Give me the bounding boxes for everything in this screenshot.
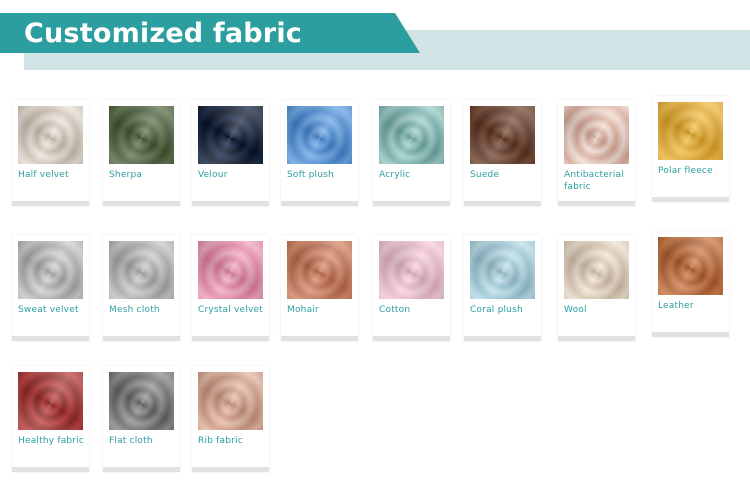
- fabric-swatch: [18, 372, 83, 430]
- fabric-card[interactable]: Leather: [652, 231, 729, 337]
- fabric-label: Mesh cloth: [109, 305, 160, 315]
- fabric-card[interactable]: Sherpa: [103, 100, 180, 206]
- fabric-label: Antibacterial fabric: [564, 170, 624, 192]
- fabric-card[interactable]: Mohair: [281, 235, 358, 341]
- fabric-label: Leather: [658, 301, 694, 311]
- fabric-label: Healthy fabric: [18, 436, 85, 446]
- fabric-card[interactable]: Suede: [464, 100, 541, 206]
- fabric-swatch: [109, 372, 174, 430]
- fabric-label: Rib fabric: [198, 436, 243, 446]
- fabric-label: Flat cloth: [109, 436, 153, 446]
- fabric-swatch: [379, 241, 444, 299]
- fabric-label: Mohair: [287, 305, 319, 315]
- fabric-card[interactable]: Mesh cloth: [103, 235, 180, 341]
- fabric-swatch: [470, 106, 535, 164]
- fabric-card[interactable]: Acrylic: [373, 100, 450, 206]
- fabric-card[interactable]: Rib fabric: [192, 366, 269, 472]
- fabric-label: Wool: [564, 305, 587, 315]
- fabric-swatch: [198, 241, 263, 299]
- fabric-card[interactable]: Wool: [558, 235, 635, 341]
- fabric-label: Suede: [470, 170, 500, 180]
- fabric-card[interactable]: Soft plush: [281, 100, 358, 206]
- fabric-label: Polar fleece: [658, 166, 713, 176]
- fabric-label: Coral plush: [470, 305, 523, 315]
- fabric-swatch: [198, 106, 263, 164]
- fabric-card[interactable]: Half velvet: [12, 100, 89, 206]
- fabric-swatch: [564, 241, 629, 299]
- fabric-card[interactable]: Healthy fabric: [12, 366, 89, 472]
- fabric-label: Sherpa: [109, 170, 143, 180]
- fabric-swatch: [18, 106, 83, 164]
- fabric-card[interactable]: Cotton: [373, 235, 450, 341]
- fabric-card[interactable]: Antibacterial fabric: [558, 100, 635, 206]
- fabric-card[interactable]: Sweat velvet: [12, 235, 89, 341]
- fabric-grid: Half velvet Sherpa Velour Soft plush Acr…: [0, 0, 750, 497]
- fabric-swatch: [658, 237, 723, 295]
- fabric-swatch: [109, 106, 174, 164]
- fabric-swatch: [379, 106, 444, 164]
- fabric-swatch: [470, 241, 535, 299]
- fabric-swatch: [198, 372, 263, 430]
- fabric-label: Velour: [198, 170, 228, 180]
- fabric-card[interactable]: Coral plush: [464, 235, 541, 341]
- fabric-label: Sweat velvet: [18, 305, 79, 315]
- fabric-swatch: [564, 106, 629, 164]
- fabric-label: Acrylic: [379, 170, 411, 180]
- fabric-card[interactable]: Flat cloth: [103, 366, 180, 472]
- fabric-card[interactable]: Polar fleece: [652, 96, 729, 202]
- fabric-label: Half velvet: [18, 170, 69, 180]
- fabric-card[interactable]: Crystal velvet: [192, 235, 269, 341]
- fabric-label: Soft plush: [287, 170, 334, 180]
- fabric-swatch: [109, 241, 174, 299]
- fabric-swatch: [18, 241, 83, 299]
- fabric-swatch: [287, 106, 352, 164]
- fabric-swatch: [287, 241, 352, 299]
- fabric-swatch: [658, 102, 723, 160]
- fabric-label: Cotton: [379, 305, 411, 315]
- fabric-label: Crystal velvet: [198, 305, 263, 315]
- fabric-card[interactable]: Velour: [192, 100, 269, 206]
